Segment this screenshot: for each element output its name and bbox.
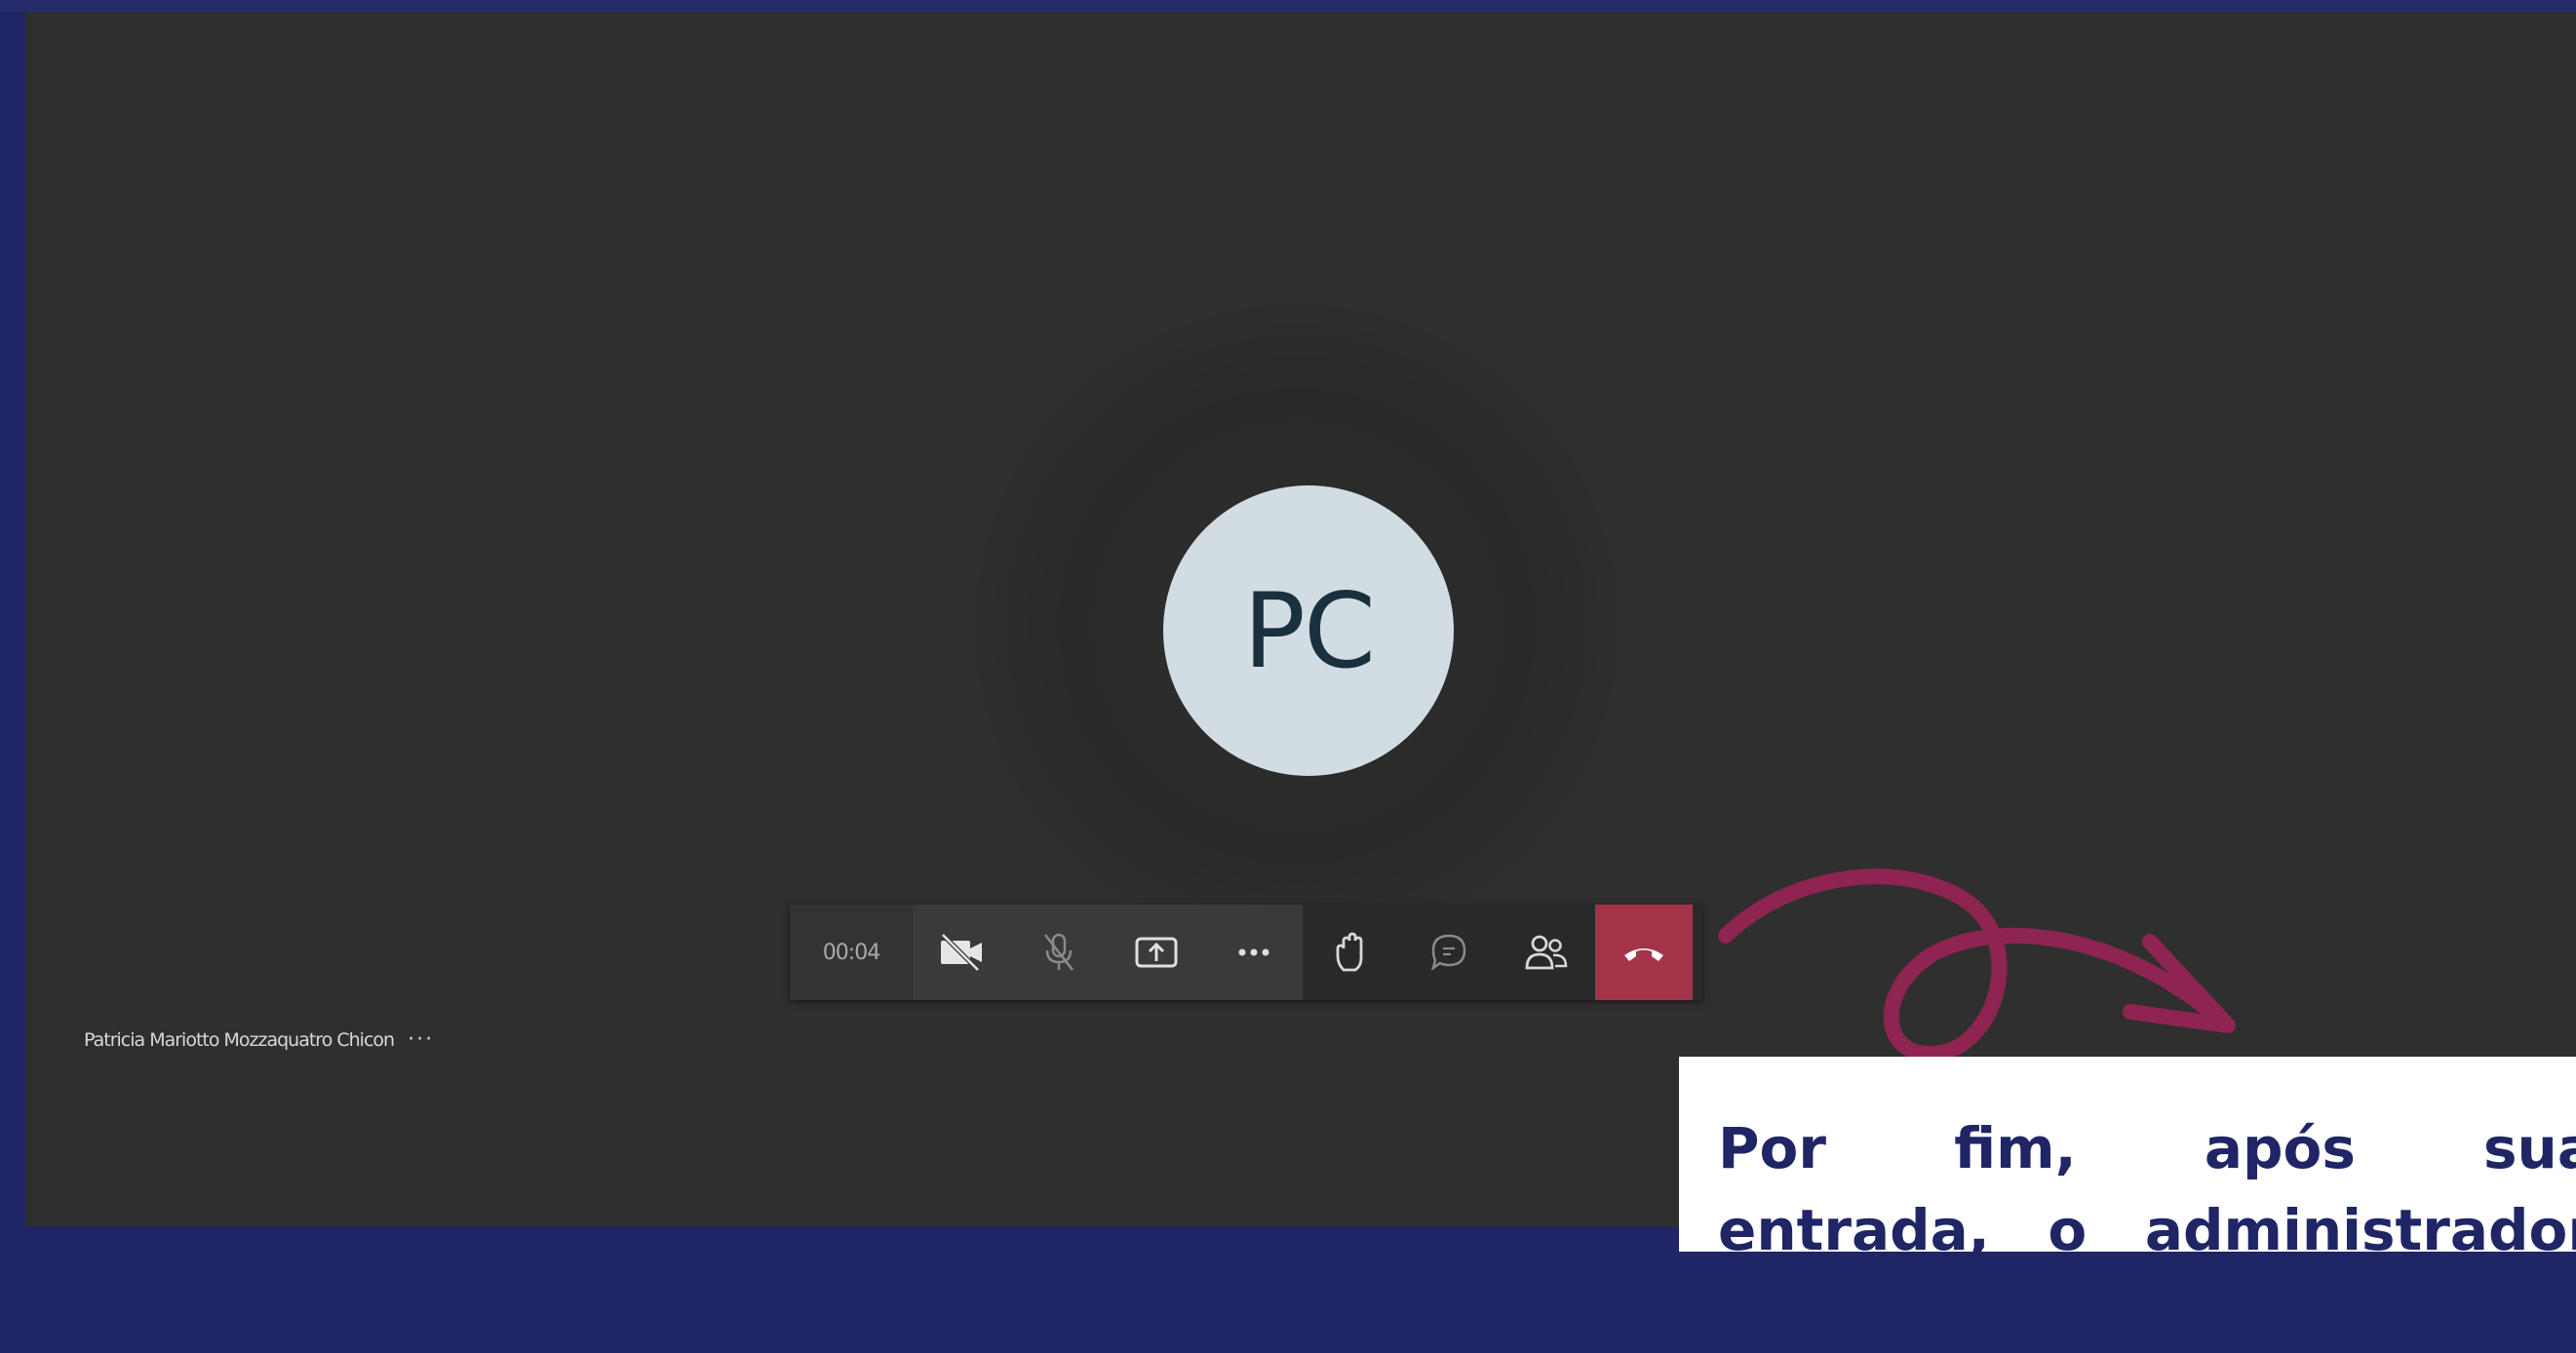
mic-off-icon — [1044, 933, 1073, 971]
more-actions-button[interactable] — [1205, 905, 1303, 1000]
participant-more-button[interactable]: ··· — [408, 1027, 434, 1052]
people-icon — [1525, 935, 1568, 970]
share-screen-button[interactable] — [1108, 905, 1205, 1000]
raise-hand-button[interactable] — [1303, 905, 1400, 1000]
participant-avatar: PC — [1163, 485, 1454, 776]
mic-off-button[interactable] — [1010, 905, 1108, 1000]
chat-icon — [1430, 934, 1466, 971]
share-screen-icon — [1135, 937, 1178, 968]
hand-icon — [1336, 932, 1363, 972]
more-icon — [1238, 948, 1269, 956]
hang-up-button[interactable] — [1595, 905, 1693, 1000]
meeting-controls-group — [1303, 905, 1693, 1000]
camera-off-button[interactable] — [913, 905, 1010, 1000]
call-toolbar: 00:04 — [790, 905, 1702, 1000]
phone-hangup-icon — [1624, 948, 1663, 961]
participant-name: Patricia Mariotto Mozzaquatro Chicon — [84, 1028, 395, 1051]
avatar-initials: PC — [1243, 570, 1376, 691]
video-off-icon — [941, 933, 982, 972]
annotation-arrow — [1718, 869, 2236, 1062]
caption-text: Por fim, após sua entrada, o administrad… — [1718, 1115, 2576, 1345]
participant-label: Patricia Mariotto Mozzaquatro Chicon ··· — [84, 1027, 434, 1052]
participants-button[interactable] — [1498, 905, 1595, 1000]
chat-button[interactable] — [1400, 905, 1498, 1000]
arrow-curve — [1718, 869, 2221, 1062]
call-timer: 00:04 — [790, 905, 913, 1000]
media-controls-group — [913, 905, 1303, 1000]
arrow-head — [2123, 934, 2236, 1033]
top-border — [0, 0, 2576, 12]
